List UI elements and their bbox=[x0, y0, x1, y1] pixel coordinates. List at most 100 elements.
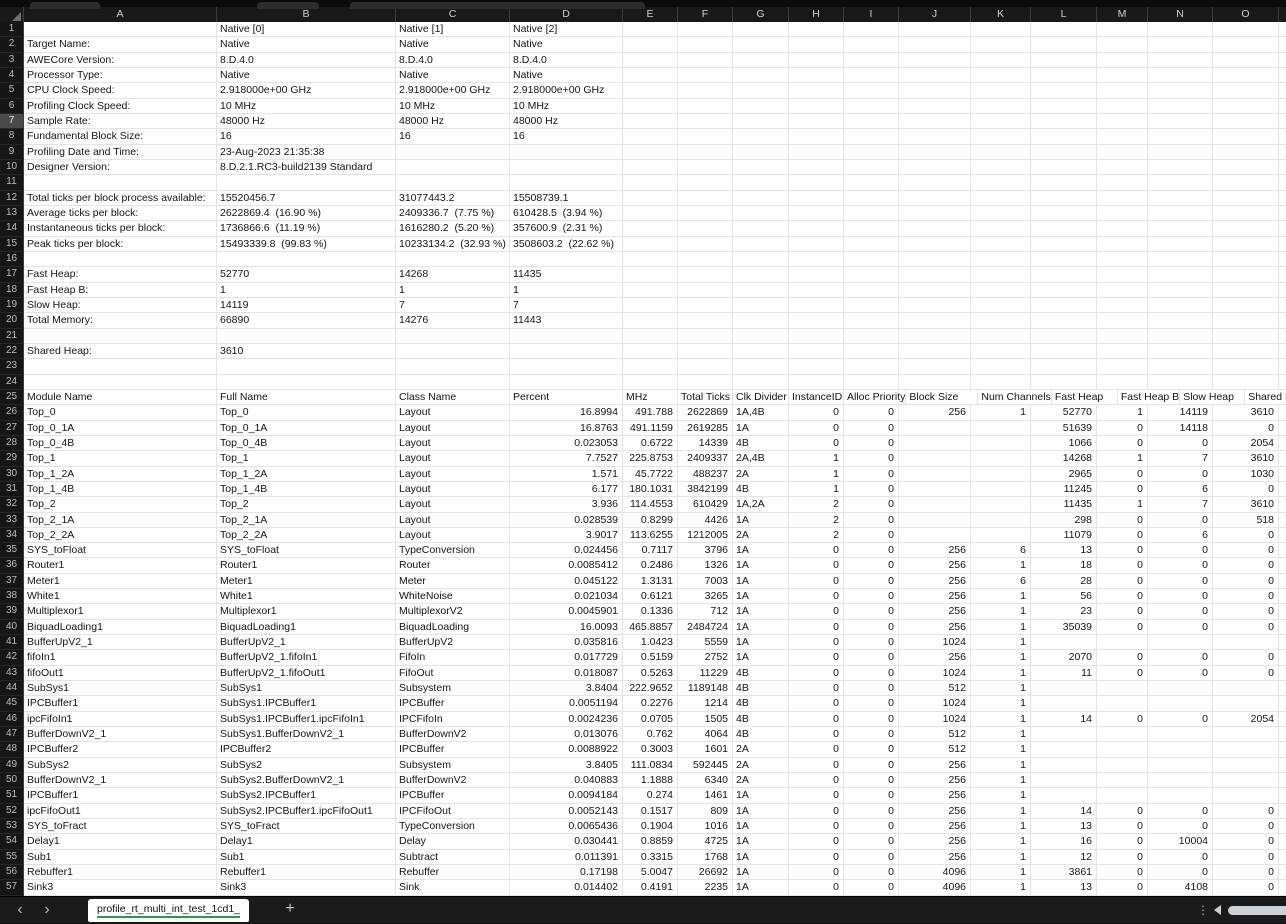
cell-K35[interactable]: 6 bbox=[971, 543, 1031, 558]
cell-M45[interactable] bbox=[1097, 696, 1148, 711]
cell-C25[interactable]: Class Name bbox=[396, 390, 510, 405]
cell-I39[interactable]: 0 bbox=[844, 604, 899, 619]
cell-D35[interactable]: 0.024456 bbox=[510, 543, 623, 558]
cell-E32[interactable]: 114.4553 bbox=[623, 497, 678, 512]
cell-I47[interactable]: 0 bbox=[844, 727, 899, 742]
cell-I12[interactable] bbox=[844, 191, 899, 206]
cell-M29[interactable]: 1 bbox=[1097, 451, 1148, 466]
cell-E39[interactable]: 0.1336 bbox=[623, 604, 678, 619]
cell-K29[interactable] bbox=[971, 451, 1031, 466]
cell-H53[interactable]: 0 bbox=[789, 819, 844, 834]
cell-C36[interactable]: Router bbox=[396, 558, 510, 573]
cell-K12[interactable] bbox=[971, 191, 1031, 206]
cell-O19[interactable] bbox=[1213, 298, 1279, 313]
cell-F15[interactable] bbox=[678, 237, 733, 252]
cell-K40[interactable]: 1 bbox=[971, 620, 1031, 635]
cell-E31[interactable]: 180.1031 bbox=[623, 482, 678, 497]
cell-K41[interactable]: 1 bbox=[971, 635, 1031, 650]
cell-O9[interactable] bbox=[1213, 145, 1279, 160]
cell-D42[interactable]: 0.017729 bbox=[510, 650, 623, 665]
cell-N5[interactable] bbox=[1148, 83, 1213, 98]
cell-F55[interactable]: 1768 bbox=[678, 850, 733, 865]
cell-C15[interactable]: 10233134.2 (32.93 %) bbox=[396, 237, 510, 252]
cell-D28[interactable]: 0.023053 bbox=[510, 436, 623, 451]
cell-G28[interactable]: 4B bbox=[733, 436, 789, 451]
cell-L57[interactable]: 13 bbox=[1031, 880, 1097, 895]
cell-K45[interactable]: 1 bbox=[971, 696, 1031, 711]
cell-O23[interactable] bbox=[1213, 359, 1279, 374]
cell-N28[interactable]: 0 bbox=[1148, 436, 1213, 451]
cell-D24[interactable] bbox=[510, 375, 623, 390]
cell-H54[interactable]: 0 bbox=[789, 834, 844, 849]
cell-M43[interactable]: 0 bbox=[1097, 666, 1148, 681]
cell-A22[interactable]: Shared Heap: bbox=[24, 344, 217, 359]
cell-B28[interactable]: Top_0_4B bbox=[217, 436, 396, 451]
cell-D49[interactable]: 3.8405 bbox=[510, 758, 623, 773]
cell-G29[interactable]: 2A,4B bbox=[733, 451, 789, 466]
cell-G54[interactable]: 1A bbox=[733, 834, 789, 849]
cell-K55[interactable]: 1 bbox=[971, 850, 1031, 865]
cell-E37[interactable]: 1.3131 bbox=[623, 574, 678, 589]
cell-E21[interactable] bbox=[623, 329, 678, 344]
cell-K27[interactable] bbox=[971, 421, 1031, 436]
cell-B22[interactable]: 3610 bbox=[217, 344, 396, 359]
cell-D5[interactable]: 2.918000e+00 GHz bbox=[510, 83, 623, 98]
cell-K11[interactable] bbox=[971, 175, 1031, 190]
cell-K31[interactable] bbox=[971, 482, 1031, 497]
cell-J34[interactable] bbox=[899, 528, 971, 543]
cell-B21[interactable] bbox=[217, 329, 396, 344]
cell-I21[interactable] bbox=[844, 329, 899, 344]
cell-E17[interactable] bbox=[623, 267, 678, 282]
cell-M47[interactable] bbox=[1097, 727, 1148, 742]
row-header-50[interactable]: 50 bbox=[0, 773, 24, 788]
cell-H23[interactable] bbox=[789, 359, 844, 374]
cell-L36[interactable]: 18 bbox=[1031, 558, 1097, 573]
cell-G15[interactable] bbox=[733, 237, 789, 252]
cell-L17[interactable] bbox=[1031, 267, 1097, 282]
prev-sheet-button[interactable]: ‹ bbox=[10, 897, 30, 924]
cell-J21[interactable] bbox=[899, 329, 971, 344]
cell-G12[interactable] bbox=[733, 191, 789, 206]
row-header-36[interactable]: 36 bbox=[0, 558, 24, 573]
cell-M27[interactable]: 0 bbox=[1097, 421, 1148, 436]
cell-O13[interactable] bbox=[1213, 206, 1279, 221]
cell-L53[interactable]: 13 bbox=[1031, 819, 1097, 834]
cell-F25[interactable]: Total Ticks bbox=[678, 390, 733, 405]
cell-F40[interactable]: 2484724 bbox=[678, 620, 733, 635]
cell-D56[interactable]: 0.17198 bbox=[510, 865, 623, 880]
cell-M56[interactable]: 0 bbox=[1097, 865, 1148, 880]
cell-G16[interactable] bbox=[733, 252, 789, 267]
cell-M28[interactable]: 0 bbox=[1097, 436, 1148, 451]
cell-D7[interactable]: 48000 Hz bbox=[510, 114, 623, 129]
cell-L14[interactable] bbox=[1031, 221, 1097, 236]
cell-D18[interactable]: 1 bbox=[510, 283, 623, 298]
cell-G5[interactable] bbox=[733, 83, 789, 98]
cell-F42[interactable]: 2752 bbox=[678, 650, 733, 665]
row-header-4[interactable]: 4 bbox=[0, 68, 24, 83]
cell-I46[interactable]: 0 bbox=[844, 712, 899, 727]
row-header-38[interactable]: 38 bbox=[0, 589, 24, 604]
cell-L10[interactable] bbox=[1031, 160, 1097, 175]
cell-H56[interactable]: 0 bbox=[789, 865, 844, 880]
cell-B30[interactable]: Top_1_2A bbox=[217, 467, 396, 482]
cell-A28[interactable]: Top_0_4B bbox=[24, 436, 217, 451]
cell-H20[interactable] bbox=[789, 313, 844, 328]
cell-M35[interactable]: 0 bbox=[1097, 543, 1148, 558]
cell-N52[interactable]: 0 bbox=[1148, 804, 1213, 819]
cell-A53[interactable]: SYS_toFract bbox=[24, 819, 217, 834]
cell-K53[interactable]: 1 bbox=[971, 819, 1031, 834]
cell-O49[interactable] bbox=[1213, 758, 1279, 773]
cell-M49[interactable] bbox=[1097, 758, 1148, 773]
cell-N29[interactable]: 7 bbox=[1148, 451, 1213, 466]
cell-L19[interactable] bbox=[1031, 298, 1097, 313]
cell-B35[interactable]: SYS_toFloat bbox=[217, 543, 396, 558]
cell-G18[interactable] bbox=[733, 283, 789, 298]
cell-I41[interactable]: 0 bbox=[844, 635, 899, 650]
cell-M51[interactable] bbox=[1097, 788, 1148, 803]
row-header-45[interactable]: 45 bbox=[0, 696, 24, 711]
row-header-44[interactable]: 44 bbox=[0, 681, 24, 696]
cell-L22[interactable] bbox=[1031, 344, 1097, 359]
cell-E10[interactable] bbox=[623, 160, 678, 175]
cell-C2[interactable]: Native bbox=[396, 37, 510, 52]
cell-H4[interactable] bbox=[789, 68, 844, 83]
